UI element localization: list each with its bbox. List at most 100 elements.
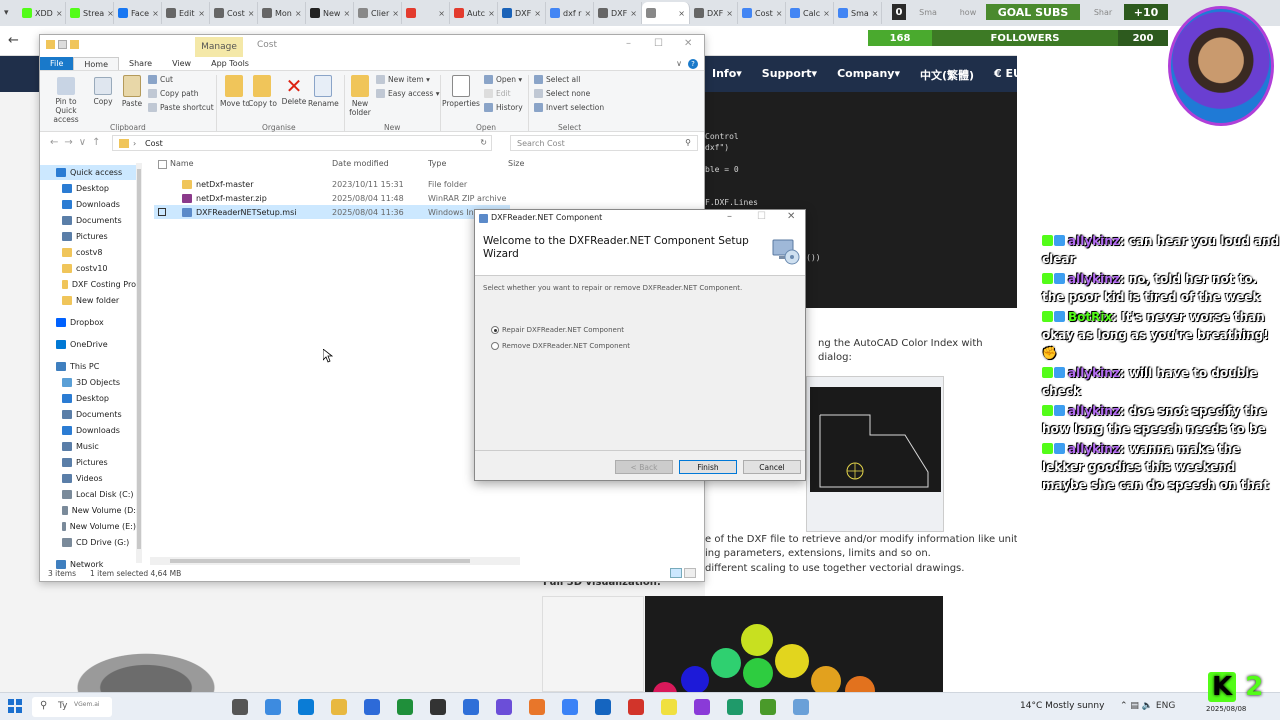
tab-close-icon[interactable]: × — [248, 9, 255, 18]
tab-close-icon[interactable]: × — [438, 9, 445, 18]
minimize-icon[interactable]: – — [626, 38, 631, 49]
new-folder-button[interactable]: New folder — [346, 75, 374, 117]
row-checkbox[interactable] — [158, 208, 166, 216]
app-icon[interactable] — [496, 699, 512, 715]
weather-widget[interactable]: 14°C Mostly sunny — [1020, 701, 1104, 711]
browser-tab[interactable]: DXF × — [690, 2, 738, 24]
column-size[interactable]: Size — [508, 159, 524, 168]
select-all-button[interactable]: Select all — [534, 75, 580, 84]
nav-item[interactable]: OneDrive — [40, 337, 136, 352]
taskbar-search[interactable]: ⚲ Ty VGem.ai — [32, 697, 112, 717]
tab-file[interactable]: File — [40, 57, 74, 70]
app-icon[interactable] — [529, 699, 545, 715]
properties-small-icon[interactable] — [58, 40, 67, 49]
select-all-checkbox[interactable] — [158, 160, 167, 169]
edge-icon[interactable] — [298, 699, 314, 715]
browser-tab[interactable]: × — [642, 2, 690, 24]
chat-username[interactable]: allykinz — [1068, 442, 1120, 456]
tab-close-icon[interactable]: × — [534, 9, 541, 18]
edit-button[interactable]: Edit — [484, 89, 511, 98]
select-none-button[interactable]: Select none — [534, 89, 590, 98]
copy-button[interactable]: Copy — [92, 77, 114, 106]
tray-chevron-icon[interactable]: ⌃ — [1120, 701, 1128, 711]
cut-button[interactable]: Cut — [148, 75, 173, 84]
clock-date[interactable]: 2025/08/08 — [1206, 705, 1246, 713]
details-view-icon[interactable] — [670, 568, 682, 578]
invert-selection-button[interactable]: Invert selection — [534, 103, 604, 112]
browser-tab[interactable]: Autc × — [450, 2, 498, 24]
repair-radio[interactable] — [491, 326, 499, 334]
browser-tab[interactable]: × — [402, 2, 450, 24]
tab-close-icon[interactable]: × — [584, 9, 591, 18]
browser-tab[interactable]: Face × — [114, 2, 162, 24]
tab-close-icon[interactable]: × — [776, 9, 783, 18]
dropbox-icon[interactable] — [463, 699, 479, 715]
nav-item[interactable]: Quick access — [40, 165, 136, 180]
finish-button[interactable]: Finish — [679, 460, 737, 474]
close-icon[interactable]: ✕ — [684, 38, 692, 49]
new-item-button[interactable]: New item ▾ — [376, 75, 430, 84]
easy-access-button[interactable]: Easy access ▾ — [376, 89, 440, 98]
column-name[interactable]: Name — [170, 159, 194, 168]
column-type[interactable]: Type — [428, 159, 446, 168]
search-box[interactable]: Search Cost ⚲ — [510, 135, 698, 151]
file-list-hscrollbar[interactable] — [150, 557, 520, 565]
paste-button[interactable]: Paste — [120, 75, 144, 108]
nav-item[interactable]: New Volume (D: — [40, 503, 136, 518]
browser-tab[interactable]: DXF × — [594, 2, 642, 24]
browser-tab[interactable]: Strea × — [66, 2, 114, 24]
browser-tab[interactable]: New × — [306, 2, 354, 24]
column-date[interactable]: Date modified — [332, 159, 389, 168]
manage-context-tab[interactable]: Manage — [195, 37, 243, 57]
tab-close-icon[interactable]: × — [488, 9, 495, 18]
chrome-icon[interactable] — [562, 699, 578, 715]
nav-scroll-thumb[interactable] — [137, 169, 141, 549]
chat-username[interactable]: allykinz — [1068, 404, 1120, 418]
app-icon[interactable] — [661, 699, 677, 715]
browser-tab[interactable]: Cost × — [738, 2, 786, 24]
delete-button[interactable]: ✕ Delete — [280, 75, 308, 106]
back-arrow-icon[interactable]: ← — [8, 33, 19, 48]
nav-item[interactable]: DXF Costing Pro — [40, 277, 136, 292]
new-folder-small-icon[interactable] — [70, 40, 79, 49]
browser-tab[interactable]: DXF × — [498, 2, 546, 24]
language-indicator[interactable]: ENG — [1156, 701, 1175, 711]
remove-radio[interactable] — [491, 342, 499, 350]
chat-username[interactable]: allykinz — [1068, 366, 1120, 380]
nav-item[interactable]: Local Disk (C:) — [40, 487, 136, 502]
windows-start-icon[interactable] — [8, 699, 22, 713]
help-icon[interactable]: ? — [688, 58, 698, 69]
nav-item[interactable]: Documents — [40, 407, 136, 422]
nav-item[interactable]: Music — [40, 439, 136, 454]
tab-view[interactable]: View — [162, 57, 201, 70]
file-row[interactable]: netDxf-master.zip 2025/08/04 11:48 WinRAR … — [154, 191, 510, 205]
cancel-button[interactable]: Cancel — [743, 460, 801, 474]
copilot-icon[interactable] — [265, 699, 281, 715]
nav-item[interactable]: Documents — [40, 213, 136, 228]
nav-scrollbar[interactable] — [136, 163, 142, 563]
nav-item[interactable]: New Volume (E:) — [40, 519, 136, 534]
app-icon[interactable] — [628, 699, 644, 715]
site-menu-item[interactable]: Info▾ — [712, 67, 742, 83]
file-explorer-icon[interactable] — [331, 699, 347, 715]
tab-close-icon[interactable]: × — [678, 9, 685, 18]
tab-close-icon[interactable]: × — [392, 9, 399, 18]
nav-item[interactable]: 3D Objects — [40, 375, 136, 390]
tab-close-icon[interactable]: × — [630, 9, 637, 18]
nav-item[interactable]: Desktop — [40, 181, 136, 196]
file-row[interactable]: netDxf-master 2023/10/11 15:31 File folder — [154, 177, 510, 191]
tab-close-icon[interactable]: × — [823, 9, 830, 18]
tab-close-icon[interactable]: × — [56, 9, 63, 18]
maximize-icon[interactable]: ☐ — [654, 38, 663, 49]
store-icon[interactable] — [364, 699, 380, 715]
tab-close-icon[interactable]: × — [107, 9, 113, 18]
tab-close-icon[interactable]: × — [152, 9, 159, 18]
app-icon[interactable] — [727, 699, 743, 715]
repair-option[interactable]: Repair DXFReader.NET Component — [491, 326, 624, 334]
move-to-button[interactable]: Move to — [220, 75, 250, 108]
pin-quick-access-button[interactable]: Pin to Quick access — [44, 77, 88, 124]
hscroll-thumb[interactable] — [170, 559, 470, 563]
expand-ribbon-icon[interactable]: ∨ — [676, 59, 682, 68]
browser-tab[interactable]: dxf r × — [546, 2, 594, 24]
app-icon[interactable] — [694, 699, 710, 715]
